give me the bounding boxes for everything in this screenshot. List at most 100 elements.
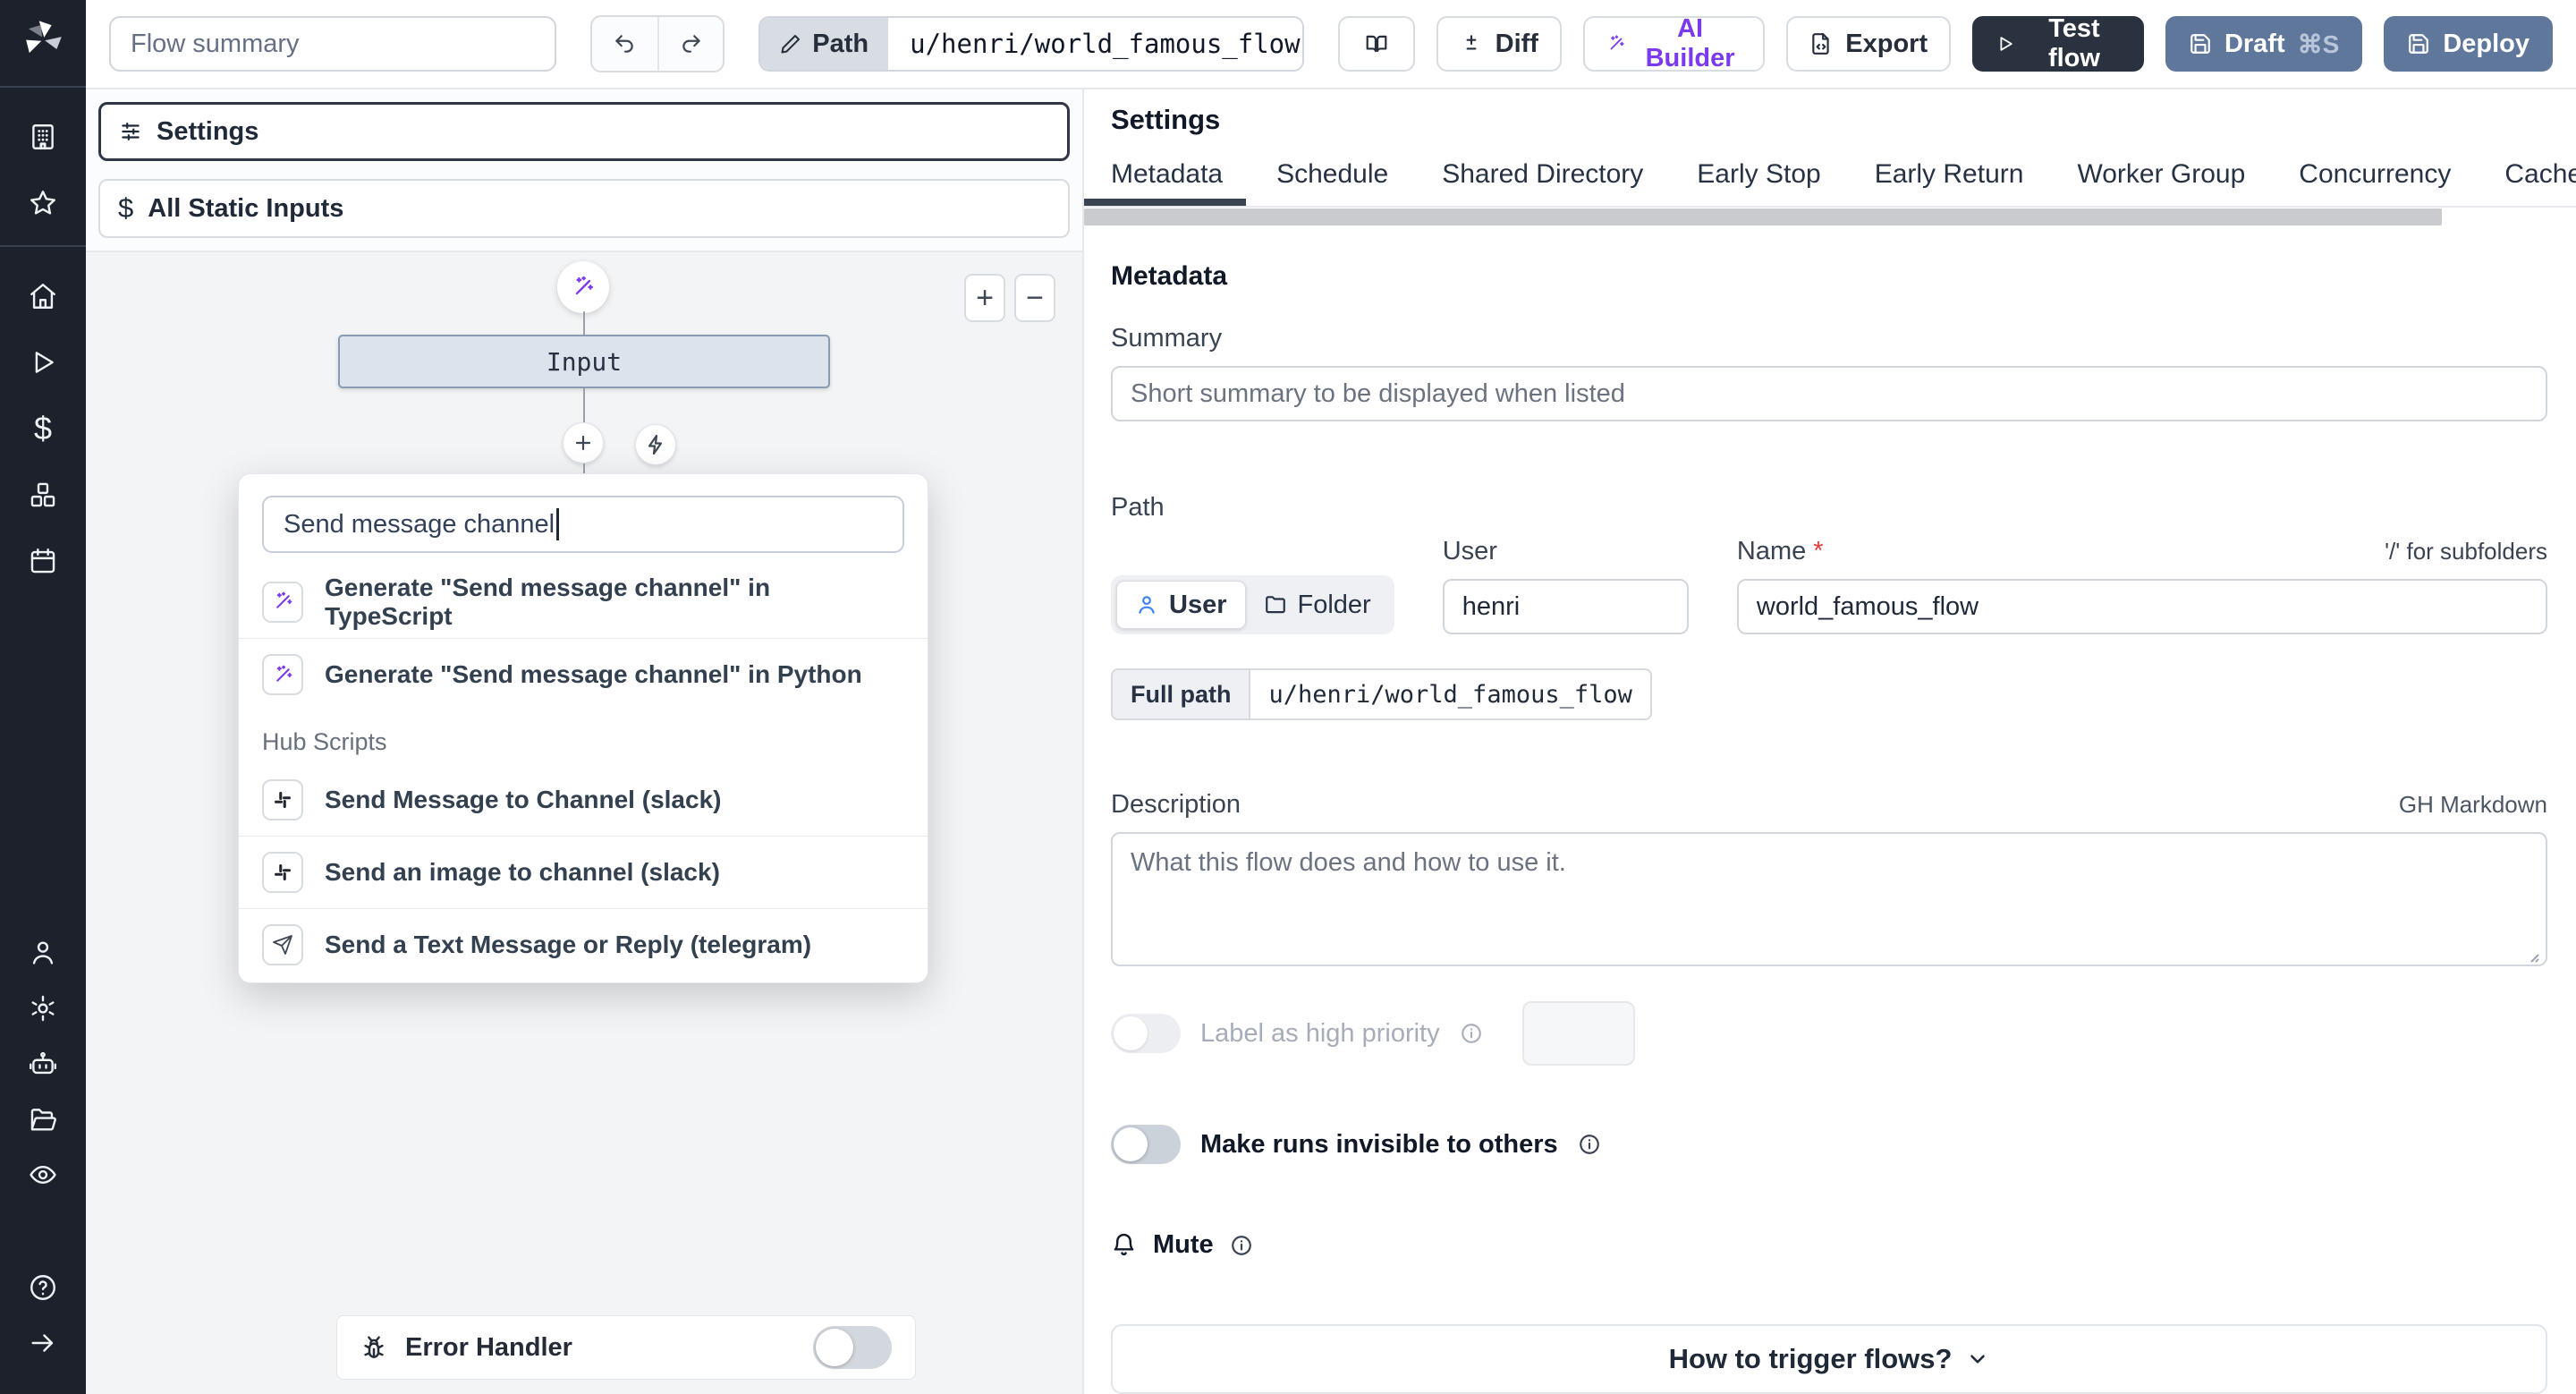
toggle-knob xyxy=(1114,1127,1148,1161)
docs-button[interactable] xyxy=(1337,16,1415,72)
tab-schedule[interactable]: Schedule xyxy=(1276,159,1388,206)
owner-kind-toggle: User Folder xyxy=(1111,575,1394,634)
hub-script-option-slack-message[interactable]: Send Message to Channel (slack) xyxy=(239,763,928,836)
zoom-out-button[interactable]: − xyxy=(1014,274,1055,322)
tab-worker-group[interactable]: Worker Group xyxy=(2077,159,2245,206)
add-trigger-button[interactable] xyxy=(635,424,676,465)
high-priority-row: Label as high priority xyxy=(1111,1001,2547,1066)
generate-python-option[interactable]: Generate "Send message channel" in Pytho… xyxy=(239,638,928,710)
ai-flow-builder-button[interactable] xyxy=(557,261,609,313)
owner-kind-user[interactable]: User xyxy=(1116,581,1246,629)
wand-icon xyxy=(1606,32,1626,55)
export-button[interactable]: Export xyxy=(1786,16,1952,72)
sidebar-item-home[interactable] xyxy=(0,263,86,329)
static-inputs-box[interactable]: $ All Static Inputs xyxy=(98,179,1070,238)
redo-button[interactable] xyxy=(657,17,723,71)
user-input[interactable] xyxy=(1442,579,1689,634)
book-open-icon xyxy=(1366,35,1386,53)
play-icon xyxy=(28,347,58,378)
undo-button[interactable] xyxy=(592,17,657,71)
sidebar-item-workspace[interactable] xyxy=(0,104,86,170)
tab-early-return[interactable]: Early Return xyxy=(1875,159,2024,206)
name-label-row: Name * '/' for subfolders xyxy=(1737,537,2547,566)
settings-panel: Settings Metadata Schedule Shared Direct… xyxy=(1084,89,2576,1394)
slack-icon xyxy=(262,852,303,893)
path-value-field[interactable]: u/henri/world_famous_flow xyxy=(888,18,1302,70)
high-priority-toggle[interactable] xyxy=(1111,1014,1181,1053)
path-name-field: Name * '/' for subfolders xyxy=(1736,537,2547,634)
redo-icon xyxy=(682,35,700,53)
invisible-runs-toggle[interactable] xyxy=(1111,1125,1181,1164)
test-flow-button[interactable]: Test flow xyxy=(1972,14,2144,72)
add-step-button[interactable] xyxy=(563,422,604,463)
tabs-scrollbar-thumb[interactable] xyxy=(1084,208,2442,225)
bug-icon xyxy=(364,1336,384,1358)
sidebar-item-settings[interactable] xyxy=(0,981,86,1036)
sidebar-item-user[interactable] xyxy=(0,925,86,981)
resize-handle-icon[interactable] xyxy=(2526,949,2540,964)
subfolder-hint: '/' for subfolders xyxy=(2385,538,2547,565)
summary-input[interactable] xyxy=(1111,366,2547,421)
help-button[interactable] xyxy=(0,1260,86,1315)
error-handler-node[interactable]: Error Handler xyxy=(336,1315,916,1380)
gear-icon xyxy=(31,995,55,1022)
generate-typescript-option[interactable]: Generate "Send message channel" in TypeS… xyxy=(239,565,928,638)
sidebar-item-schedules[interactable] xyxy=(0,528,86,594)
boxes-icon xyxy=(30,482,55,507)
description-field: Description GH Markdown xyxy=(1111,790,2547,971)
toggle-knob xyxy=(816,1329,853,1366)
chevron-down-icon xyxy=(1970,1355,1986,1364)
eye-icon xyxy=(30,1166,56,1184)
path-section-label: Path xyxy=(1111,493,1165,522)
tab-metadata[interactable]: Metadata xyxy=(1084,159,1247,206)
markdown-hint: GH Markdown xyxy=(2398,791,2547,818)
input-node[interactable]: Input xyxy=(338,335,830,388)
invisible-runs-row: Make runs invisible to others xyxy=(1111,1125,2547,1164)
flow-summary-input[interactable] xyxy=(109,16,556,72)
deploy-button[interactable]: Deploy xyxy=(2384,16,2553,72)
settings-panel-title: Settings xyxy=(1111,104,1221,135)
step-search-input[interactable]: Send message channel xyxy=(262,496,904,553)
description-textarea[interactable] xyxy=(1111,832,2547,966)
hub-script-option-slack-image[interactable]: Send an image to channel (slack) xyxy=(239,836,928,908)
user-icon xyxy=(1135,593,1158,616)
step-picker-dropdown: Send message channel Generate "Send mess… xyxy=(238,473,928,983)
edge-connector xyxy=(583,311,585,335)
flow-path-chip[interactable]: Path u/henri/world_famous_flow xyxy=(758,16,1304,72)
how-to-trigger-flows-button[interactable]: How to trigger flows? xyxy=(1111,1324,2547,1394)
owner-kind-folder[interactable]: Folder xyxy=(1246,581,1389,629)
ai-builder-button[interactable]: AI Builder xyxy=(1582,14,1766,72)
slack-icon xyxy=(262,778,303,820)
plus-icon xyxy=(575,435,591,451)
sidebar-item-runs[interactable] xyxy=(0,329,86,395)
tab-cache[interactable]: Cache xyxy=(2504,159,2576,206)
priority-value-input[interactable] xyxy=(1521,1001,1635,1066)
save-icon xyxy=(2189,32,2212,55)
tab-concurrency[interactable]: Concurrency xyxy=(2299,159,2451,206)
sidebar-divider xyxy=(0,245,86,247)
step-search-value: Send message channel xyxy=(284,509,555,539)
undo-redo-group xyxy=(589,15,725,72)
sidebar-item-workers[interactable] xyxy=(0,1036,86,1092)
tab-early-stop[interactable]: Early Stop xyxy=(1697,159,1820,206)
sidebar-item-audit-logs[interactable] xyxy=(0,1147,86,1203)
sidebar-item-folders[interactable] xyxy=(0,1092,86,1147)
sidebar-item-resources[interactable] xyxy=(0,462,86,528)
tab-shared-directory[interactable]: Shared Directory xyxy=(1442,159,1643,206)
flow-settings-box[interactable]: Settings xyxy=(98,102,1070,161)
sidebar-item-favorites[interactable] xyxy=(0,170,86,236)
path-row: User Folder User henri Name * '/' for su… xyxy=(1111,537,2547,634)
draft-button[interactable]: Draft ⌘S xyxy=(2165,16,2363,72)
windmill-logo-icon[interactable] xyxy=(20,16,66,63)
flow-graph-canvas[interactable]: + − Input Send message channel Generate … xyxy=(86,251,1082,1394)
hub-script-option-telegram[interactable]: Send a Text Message or Reply (telegram) xyxy=(239,908,928,981)
zoom-in-button[interactable]: + xyxy=(964,274,1005,322)
diff-button[interactable]: Diff xyxy=(1436,16,1562,72)
collapse-sidebar-button[interactable] xyxy=(0,1315,86,1371)
error-handler-toggle[interactable] xyxy=(813,1326,892,1369)
sidebar-item-variables[interactable]: $ xyxy=(0,395,86,462)
name-input[interactable] xyxy=(1736,579,2547,634)
star-icon xyxy=(30,191,55,215)
sidebar-divider xyxy=(0,86,86,88)
toggle-knob xyxy=(1114,1016,1148,1050)
